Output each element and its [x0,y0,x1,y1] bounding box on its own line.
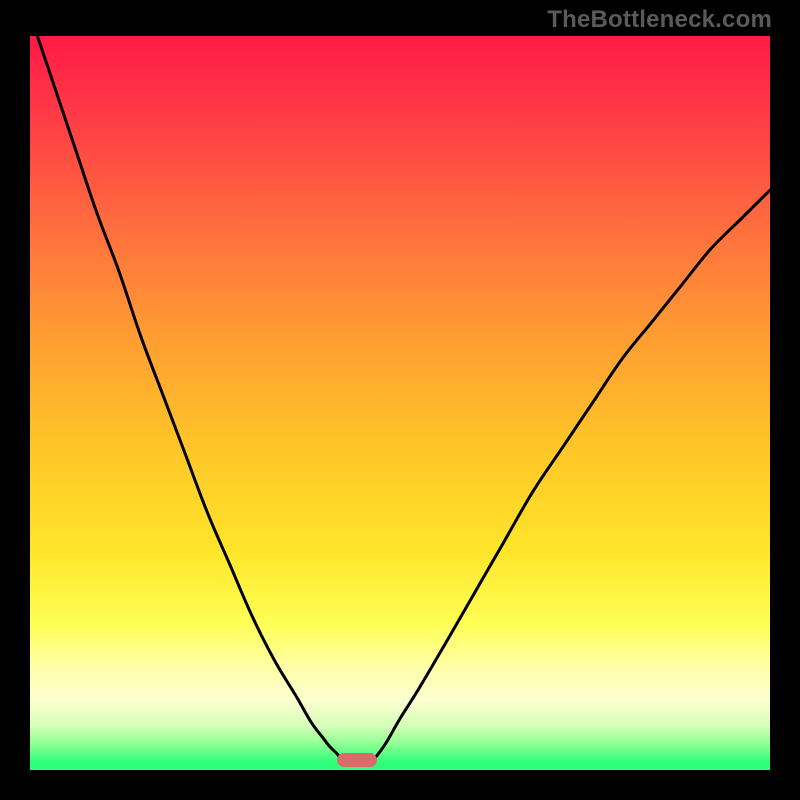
curve-left-branch [30,36,345,763]
chart-frame: TheBottleneck.com [0,0,800,800]
optimum-marker [337,753,377,767]
bottleneck-curve [30,36,770,770]
plot-area [30,36,770,770]
watermark-text: TheBottleneck.com [547,6,772,34]
curve-right-branch [370,190,770,763]
